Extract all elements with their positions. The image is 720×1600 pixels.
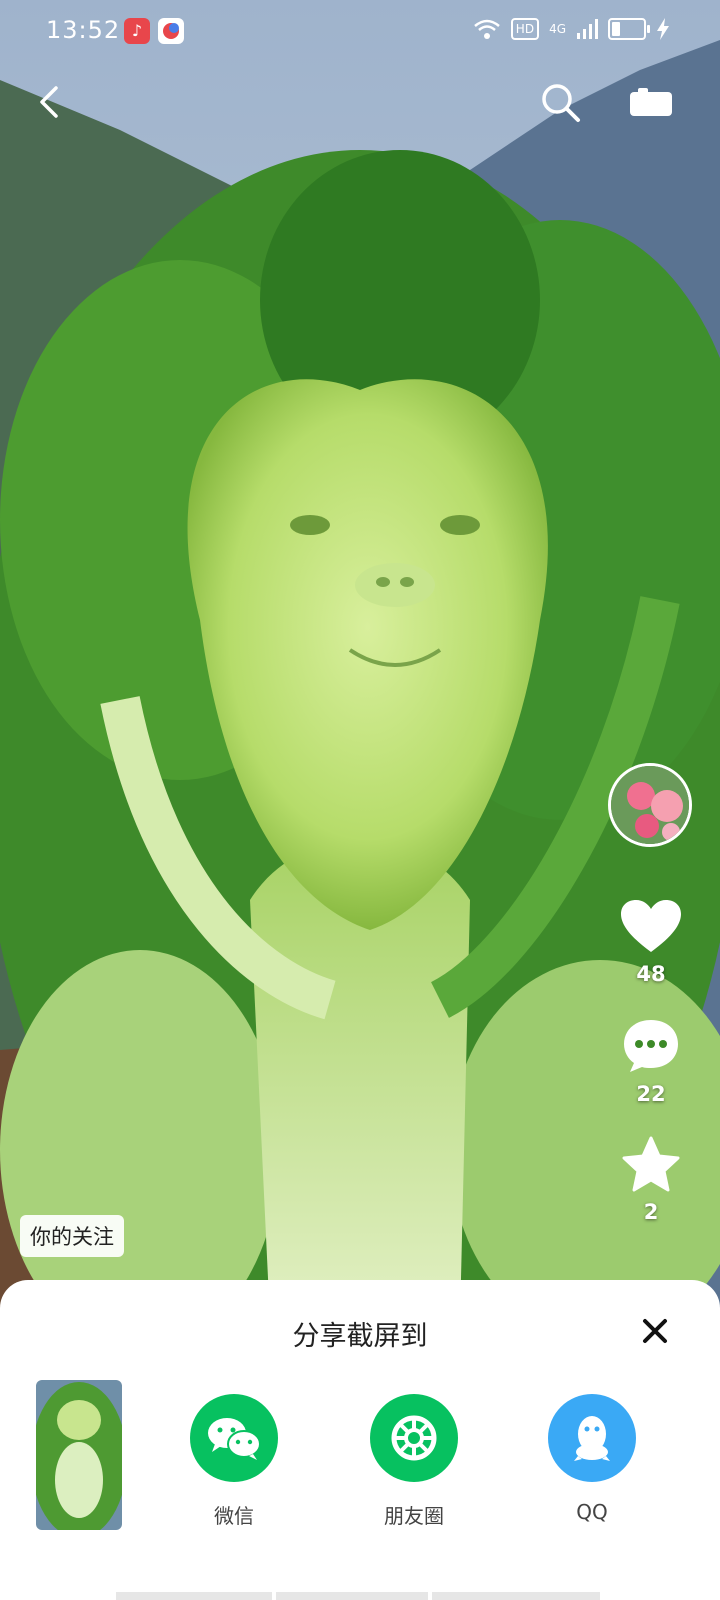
browser-app-icon xyxy=(158,18,184,44)
comment-count: 22 xyxy=(636,1082,666,1106)
cabbage-dog-image xyxy=(0,0,720,1320)
battery-icon xyxy=(608,18,650,40)
share-wechat[interactable]: 微信 xyxy=(164,1394,304,1529)
status-time: 13:52 xyxy=(46,16,121,44)
signal-icon xyxy=(577,19,598,39)
share-moments-label: 朋友圈 xyxy=(384,1504,444,1528)
heart-icon xyxy=(621,900,681,952)
video-frame[interactable] xyxy=(0,0,720,1320)
share-qq[interactable]: QQ xyxy=(522,1394,662,1524)
status-bar: 13:52 ♪ HD 4G xyxy=(0,0,720,64)
share-qq-label: QQ xyxy=(576,1500,608,1524)
close-icon[interactable] xyxy=(640,1316,670,1346)
wifi-icon xyxy=(473,19,500,39)
search-icon[interactable] xyxy=(538,80,582,124)
hd-badge: HD xyxy=(510,18,540,40)
comment-icon xyxy=(624,1020,678,1072)
share-moments[interactable]: 朋友圈 xyxy=(344,1394,484,1529)
like-button[interactable]: 48 xyxy=(618,900,684,986)
like-count: 48 xyxy=(636,962,666,986)
charging-icon xyxy=(657,18,669,40)
camera-icon[interactable] xyxy=(630,88,672,118)
sheet-handle-2 xyxy=(276,1592,428,1600)
comment-button[interactable]: 22 xyxy=(618,1018,684,1106)
favorite-button[interactable]: 2 xyxy=(618,1136,684,1224)
moments-icon xyxy=(370,1394,458,1482)
wechat-icon xyxy=(190,1394,278,1482)
share-sheet: 分享截屏到 微信 朋友圈 QQ xyxy=(0,1280,720,1600)
share-wechat-label: 微信 xyxy=(214,1504,254,1528)
favorite-count: 2 xyxy=(643,1200,659,1224)
share-sheet-title: 分享截屏到 xyxy=(292,1321,428,1352)
follow-tag: 你的关注 xyxy=(20,1215,124,1257)
music-app-icon: ♪ xyxy=(124,18,150,44)
network-label: 4G xyxy=(549,22,566,36)
screenshot-thumbnail[interactable] xyxy=(36,1380,122,1530)
back-icon[interactable] xyxy=(30,82,70,122)
star-icon xyxy=(622,1136,680,1192)
avatar[interactable] xyxy=(608,763,692,847)
qq-icon xyxy=(548,1394,636,1482)
sheet-handle-1 xyxy=(116,1592,272,1600)
sheet-handle-3 xyxy=(432,1592,600,1600)
